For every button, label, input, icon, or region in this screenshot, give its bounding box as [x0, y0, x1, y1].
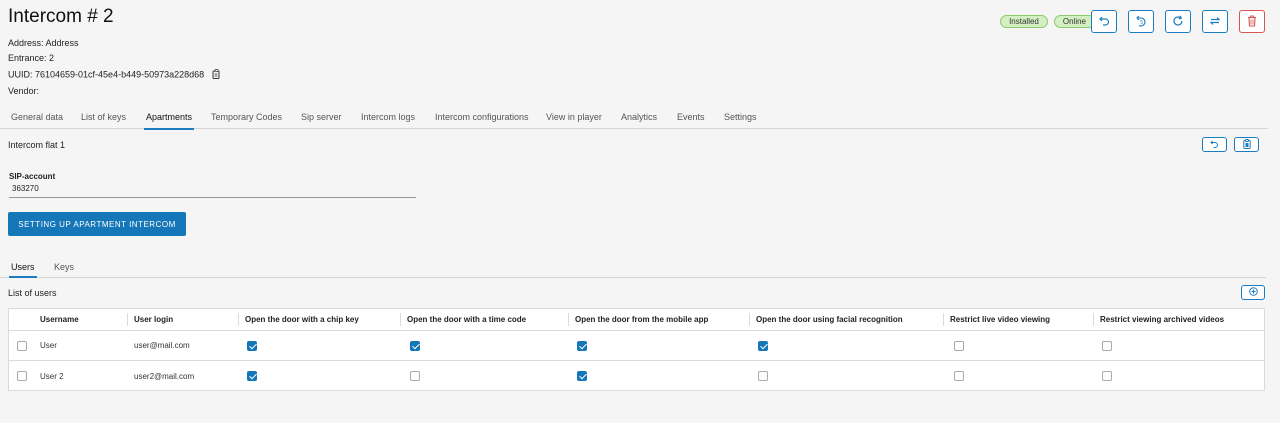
time-code-checkbox[interactable] — [410, 340, 420, 351]
page-title: Intercom # 2 — [8, 6, 114, 27]
setup-apartment-intercom-button[interactable]: SETTING UP APARTMENT INTERCOM — [8, 212, 186, 236]
table-row: User 2 user2@mail.com — [9, 361, 1264, 391]
tab-general-data[interactable]: General data — [11, 112, 63, 122]
status-badges: Installed Online — [1000, 15, 1095, 28]
column-username: Username — [40, 315, 79, 324]
tab-sip-server[interactable]: Sip server — [301, 112, 342, 122]
column-facial-recognition: Open the door using facial recognition — [756, 315, 903, 324]
flat-clipboard-button[interactable] — [1234, 137, 1259, 152]
main-tabs: General data List of keys Apartments Tem… — [0, 108, 1268, 130]
users-table: Username User login Open the door with a… — [8, 308, 1265, 391]
clipboard-icon — [1242, 138, 1251, 151]
undo-button[interactable] — [1091, 10, 1117, 33]
address-text: Address: Address — [8, 38, 79, 48]
time-code-checkbox[interactable] — [410, 371, 420, 381]
status-badge-online: Online — [1053, 15, 1095, 28]
user-key-tabs: Users Keys — [0, 259, 1266, 278]
tab-keys[interactable]: Keys — [54, 262, 74, 272]
uuid-text: UUID: 76104659-01cf-45e4-b449-50973a228d… — [8, 69, 205, 80]
login-cell: user@mail.com — [134, 341, 190, 350]
undo-icon — [1210, 140, 1219, 150]
sync-icon — [1209, 15, 1221, 29]
mobile-app-checkbox[interactable] — [577, 371, 587, 381]
restrict-live-checkbox[interactable] — [954, 371, 964, 381]
restrict-live-checkbox[interactable] — [954, 340, 964, 351]
tab-intercom-configurations[interactable]: Intercom configurations — [435, 112, 529, 122]
row-select-checkbox[interactable] — [17, 371, 27, 381]
header-actions: 5 — [1091, 10, 1265, 33]
facial-recognition-checkbox[interactable] — [758, 340, 768, 351]
tab-apartments[interactable]: Apartments — [143, 112, 195, 130]
column-restrict-archive: Restrict viewing archived videos — [1100, 315, 1225, 324]
restrict-archive-checkbox[interactable] — [1102, 340, 1112, 351]
add-user-button[interactable] — [1241, 285, 1265, 300]
login-cell: user2@mail.com — [134, 371, 195, 381]
column-user-login: User login — [134, 315, 174, 324]
delete-button[interactable] — [1239, 10, 1265, 33]
refresh-button[interactable] — [1165, 10, 1191, 33]
column-restrict-live: Restrict live video viewing — [950, 315, 1051, 324]
reset-icon: 5 — [1135, 15, 1147, 29]
chip-key-checkbox[interactable] — [247, 340, 257, 351]
username-cell: User 2 — [40, 371, 64, 381]
column-time-code: Open the door with a time code — [407, 315, 527, 324]
chip-key-checkbox[interactable] — [247, 371, 257, 381]
trash-icon — [1247, 15, 1257, 29]
sip-account-field[interactable]: 363270 — [9, 184, 416, 198]
username-cell: User — [40, 341, 57, 350]
table-row: User user@mail.com — [9, 331, 1264, 361]
undo-icon — [1098, 15, 1110, 28]
vendor-text: Vendor: — [8, 86, 40, 96]
flat-undo-button[interactable] — [1202, 137, 1227, 152]
table-header: Username User login Open the door with a… — [9, 309, 1264, 331]
row-select-checkbox[interactable] — [17, 340, 27, 351]
add-icon — [1248, 287, 1258, 298]
entrance-text: Entrance: 2 — [8, 53, 55, 63]
uuid-row: UUID: 76104659-01cf-45e4-b449-50973a228d… — [8, 69, 221, 81]
tab-list-of-keys[interactable]: List of keys — [81, 112, 126, 122]
tab-temporary-codes[interactable]: Temporary Codes — [211, 112, 282, 122]
restrict-archive-checkbox[interactable] — [1102, 371, 1112, 381]
svg-text:5: 5 — [1140, 20, 1143, 26]
facial-recognition-checkbox[interactable] — [758, 371, 768, 381]
tab-settings[interactable]: Settings — [724, 112, 757, 122]
list-of-users-title: List of users — [8, 288, 57, 298]
tab-view-in-player[interactable]: View in player — [546, 112, 602, 122]
sync-button[interactable] — [1202, 10, 1228, 33]
tab-intercom-logs[interactable]: Intercom logs — [361, 112, 415, 122]
tab-events[interactable]: Events — [677, 112, 705, 122]
sip-account-label: SIP-account — [9, 172, 56, 181]
column-chip-key: Open the door with a chip key — [245, 315, 359, 324]
refresh-icon — [1172, 15, 1184, 29]
copy-icon[interactable] — [212, 69, 221, 81]
tab-analytics[interactable]: Analytics — [621, 112, 657, 122]
mobile-app-checkbox[interactable] — [577, 340, 587, 351]
reset-button[interactable]: 5 — [1128, 10, 1154, 33]
status-badge-installed: Installed — [1000, 15, 1048, 28]
tab-users[interactable]: Users — [9, 262, 37, 278]
column-mobile-app: Open the door from the mobile app — [575, 315, 709, 324]
flat-title: Intercom flat 1 — [8, 140, 66, 150]
